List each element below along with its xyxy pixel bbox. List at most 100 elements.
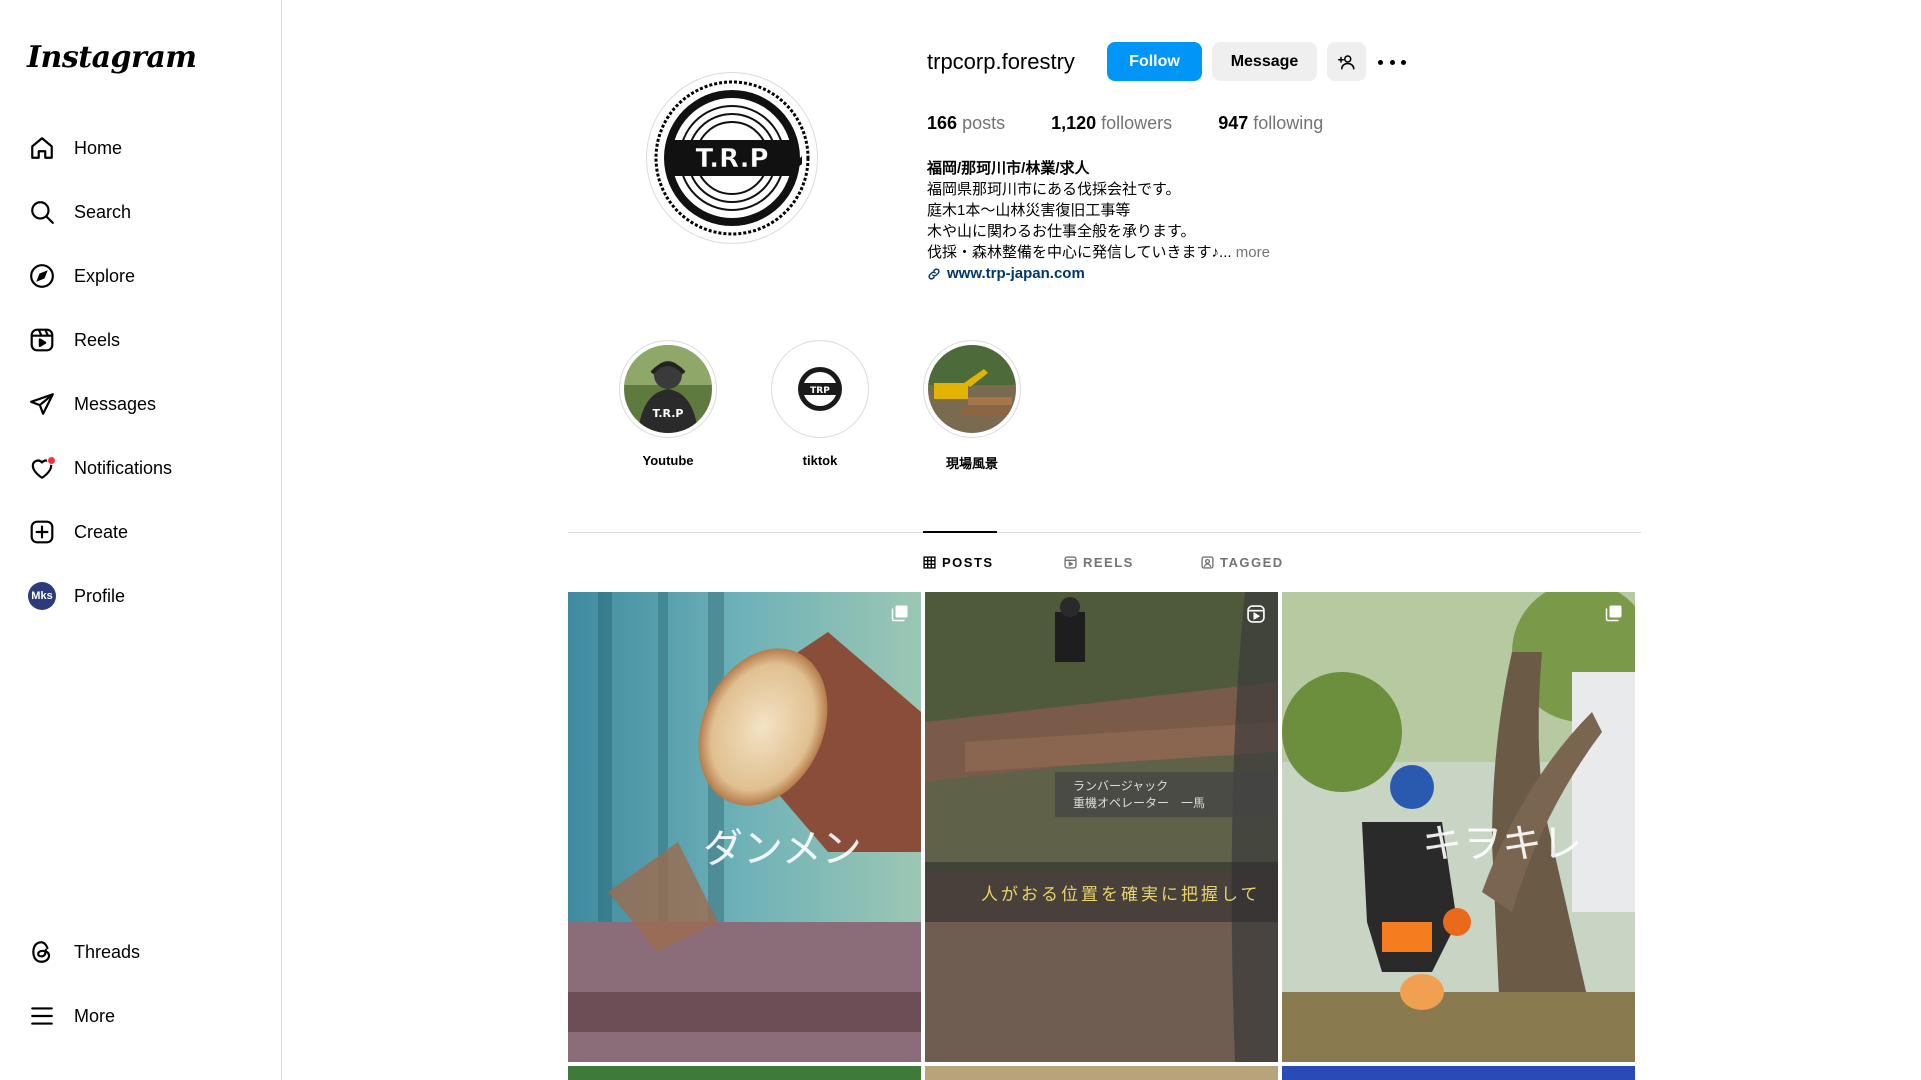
highlight-label: 現場風景 — [945, 456, 998, 471]
nav-create-label: Create — [74, 521, 129, 542]
trp-logo-image: T.R.P — [654, 80, 810, 236]
ellipsis-icon — [1389, 59, 1395, 65]
bio-more-link[interactable]: more — [1236, 244, 1270, 261]
tagged-icon — [1201, 556, 1214, 569]
ellipsis-icon — [1401, 59, 1406, 65]
profile-stats: 166 posts 1,120 followers 947 following — [927, 113, 1369, 134]
nav-reels[interactable]: Reels — [28, 320, 268, 360]
highlight-tiktok[interactable]: TRP tiktok — [765, 340, 875, 468]
nav-home[interactable]: Home — [28, 128, 268, 168]
nav-explore[interactable]: Explore — [28, 256, 268, 296]
options-button[interactable] — [1378, 50, 1406, 74]
post-overlay-box-line2: 重機オペレーター 一馬 — [1073, 795, 1205, 810]
bio-line: 木や山に関わるお仕事全般を承ります。 — [927, 223, 1196, 240]
nav-messages[interactable]: Messages — [28, 384, 268, 424]
add-user-icon — [1337, 54, 1354, 69]
post-tile[interactable] — [1282, 1066, 1635, 1080]
nav-create[interactable]: Create — [28, 512, 268, 552]
nav-more-label: More — [74, 1005, 116, 1026]
follow-button[interactable]: Follow — [1107, 42, 1202, 81]
profile-bio: 福岡/那珂川市/林業/求人 福岡県那珂川市にある伐採会社です。 庭木1本〜山林災… — [927, 158, 1347, 284]
nav-search[interactable]: Search — [28, 192, 268, 232]
followers-count: 1,120 — [1051, 113, 1097, 133]
threads-icon — [28, 938, 56, 966]
nav-profile-label: Profile — [74, 585, 126, 606]
post-tile[interactable] — [568, 1066, 921, 1080]
bio-website-link[interactable]: www.trp-japan.com — [947, 263, 1085, 284]
highlight-cover-genba — [928, 345, 1016, 433]
active-tab-indicator — [923, 531, 997, 533]
carousel-icon — [1605, 605, 1622, 622]
posts-stat: 166 posts — [927, 113, 1005, 134]
reels-icon — [1064, 556, 1077, 569]
tab-posts[interactable]: POSTS — [923, 555, 994, 570]
avatar: Mks — [28, 582, 56, 610]
tab-tagged-label: TAGGED — [1220, 555, 1284, 570]
search-icon — [28, 198, 56, 226]
reel-icon — [1247, 605, 1265, 623]
grid-icon — [923, 556, 936, 569]
posts-label: posts — [962, 113, 1006, 133]
nav-notifications[interactable]: Notifications — [28, 448, 268, 488]
nav-more[interactable]: More — [28, 996, 268, 1036]
svg-text:TRP: TRP — [810, 386, 830, 396]
nav-profile[interactable]: Mks Profile — [28, 576, 268, 616]
carousel-icon — [891, 605, 908, 622]
link-icon — [928, 267, 940, 280]
post-tile[interactable]: ダンメン — [568, 592, 921, 1062]
profile-username: trpcorp.forestry — [927, 49, 1075, 74]
svg-text:T.R.P: T.R.P — [653, 407, 684, 420]
instagram-logo[interactable]: Instagram — [27, 40, 197, 75]
highlight-genba[interactable]: 現場風景 — [917, 340, 1027, 472]
post-overlay-caption: 人がおる位置を確実に把握して — [981, 885, 1261, 905]
nav-explore-label: Explore — [74, 265, 136, 286]
highlight-ring — [923, 340, 1021, 438]
highlight-label: Youtube — [642, 453, 694, 468]
following-count: 947 — [1218, 113, 1249, 133]
following-label: following — [1253, 113, 1324, 133]
tab-posts-label: POSTS — [942, 555, 994, 570]
post-tile[interactable]: キヲキレ — [1282, 592, 1635, 1062]
ellipsis-icon — [1378, 59, 1383, 65]
reels-icon — [28, 326, 56, 354]
nav-threads-label: Threads — [74, 941, 141, 962]
heart-icon — [28, 454, 56, 482]
bio-line: 伐採・森林整備を中心に発信していきます♪... — [927, 244, 1232, 261]
following-stat[interactable]: 947 following — [1218, 113, 1323, 134]
sidebar: Instagram Home Search Explore Reels Mess… — [0, 0, 282, 1080]
messages-icon — [28, 390, 56, 418]
post-image-log: ダンメン — [568, 592, 921, 1062]
post-tile[interactable] — [925, 1066, 1278, 1080]
menu-icon — [28, 1002, 56, 1030]
nav-threads[interactable]: Threads — [28, 932, 268, 972]
highlight-ring: TRP — [771, 340, 869, 438]
highlight-cover-tiktok: TRP — [776, 345, 864, 433]
highlight-ring: T.R.P — [619, 340, 717, 438]
nav-reels-label: Reels — [74, 329, 121, 350]
followers-label: followers — [1101, 113, 1173, 133]
posts-count: 166 — [927, 113, 958, 133]
post-tile[interactable]: ランバージャック 重機オペレーター 一馬 人がおる位置を確実に把握して — [925, 592, 1278, 1062]
post-overlay-box-line1: ランバージャック — [1073, 779, 1168, 793]
bio-line: 庭木1本〜山林災害復旧工事等 — [927, 202, 1131, 219]
nav-messages-label: Messages — [74, 393, 157, 414]
message-button[interactable]: Message — [1212, 42, 1317, 81]
highlight-cover-youtube: T.R.P — [624, 345, 712, 433]
nav-search-label: Search — [74, 201, 132, 222]
post-overlay-text: キヲキレ — [1422, 821, 1582, 867]
suggested-users-button[interactable] — [1327, 42, 1366, 81]
tab-tagged[interactable]: TAGGED — [1201, 555, 1284, 570]
notification-dot — [47, 456, 56, 465]
bio-line: 福岡県那珂川市にある伐採会社です。 — [927, 181, 1181, 198]
bio-link-row: www.trp-japan.com — [927, 263, 1347, 284]
followers-stat[interactable]: 1,120 followers — [1051, 113, 1172, 134]
explore-icon — [28, 262, 56, 290]
highlight-label: tiktok — [802, 453, 838, 468]
tabs-divider — [568, 532, 1641, 533]
tab-reels-label: REELS — [1083, 555, 1134, 570]
highlight-youtube[interactable]: T.R.P Youtube — [613, 340, 723, 468]
nav-notifications-label: Notifications — [74, 457, 173, 478]
post-image-tree: キヲキレ — [1282, 592, 1635, 1062]
tab-reels[interactable]: REELS — [1064, 555, 1134, 570]
profile-picture[interactable]: T.R.P — [646, 72, 818, 244]
